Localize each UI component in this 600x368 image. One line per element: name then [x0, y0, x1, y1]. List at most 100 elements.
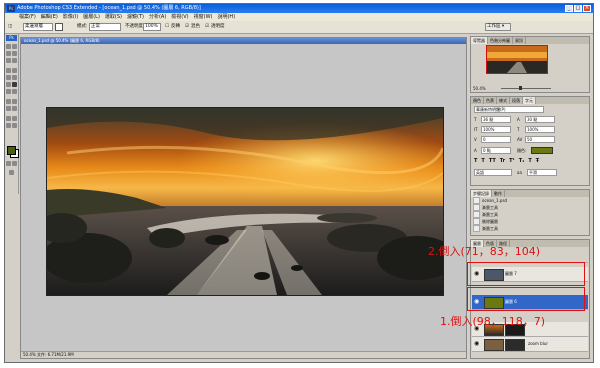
- minimize-button[interactable]: _: [565, 5, 573, 12]
- history-item[interactable]: 刪除圖層: [473, 218, 498, 225]
- faux-bold-button[interactable]: T: [474, 158, 477, 164]
- crop-tool-icon[interactable]: [6, 58, 11, 63]
- pen-tool-icon[interactable]: [6, 99, 11, 104]
- tab-swatches[interactable]: 色票: [484, 97, 497, 104]
- shape-tool-icon[interactable]: [12, 106, 17, 111]
- menu-edit[interactable]: 編輯(E): [41, 13, 58, 21]
- blur-tool-icon[interactable]: [6, 89, 11, 94]
- visibility-eye-icon[interactable]: ◉: [474, 341, 479, 347]
- history-brush-icon[interactable]: [12, 75, 17, 80]
- lasso-tool-icon[interactable]: [6, 51, 11, 56]
- text-color-swatch[interactable]: [531, 147, 553, 154]
- gradient-step-icon: [473, 225, 480, 232]
- menu-window[interactable]: 視窗(W): [194, 13, 213, 21]
- window-title: Adobe Photoshop CS3 Extended - [ocean_1.…: [17, 5, 201, 11]
- quick-mask-mode-icon[interactable]: [12, 161, 17, 166]
- font-family-select[interactable]: 華康新特明體(P): [474, 106, 544, 113]
- image-canvas[interactable]: [46, 107, 444, 296]
- dither-checkbox[interactable]: ☑: [185, 23, 189, 31]
- tab-histogram[interactable]: 色階分佈圖: [488, 37, 513, 44]
- transparency-checkbox[interactable]: ☑: [205, 23, 209, 31]
- opacity-label: 不透明度:: [125, 24, 145, 29]
- menu-filter[interactable]: 濾鏡(T): [127, 13, 144, 21]
- menu-view[interactable]: 檢視(V): [171, 13, 188, 21]
- tab-character[interactable]: 字元: [523, 97, 536, 104]
- leading-input[interactable]: 30 點: [525, 116, 555, 123]
- slice-tool-icon[interactable]: [12, 58, 17, 63]
- layer-row-zoom-blur[interactable]: ◉ zoom blur: [472, 337, 588, 352]
- tab-actions[interactable]: 動作: [492, 190, 505, 197]
- font-size-icon: T: [474, 117, 477, 122]
- gradient-preset-picker[interactable]: 柔邊漸層: [23, 23, 53, 31]
- small-caps-button[interactable]: Tr: [500, 158, 505, 164]
- close-button[interactable]: ×: [583, 5, 591, 12]
- superscript-button[interactable]: T¹: [509, 158, 515, 164]
- menu-image[interactable]: 影像(I): [63, 13, 78, 21]
- tracking-icon: V: [474, 137, 477, 142]
- gradient-tool-active-icon[interactable]: [12, 82, 17, 87]
- opacity-input[interactable]: 100%: [143, 23, 161, 31]
- menu-help[interactable]: 說明(H): [217, 13, 235, 21]
- reverse-checkbox[interactable]: ☐: [165, 23, 169, 31]
- history-item[interactable]: 漸層工具: [473, 211, 498, 218]
- baseline-icon: A: [474, 148, 477, 153]
- tab-styles[interactable]: 樣式: [497, 97, 510, 104]
- type-tool-icon[interactable]: [12, 99, 17, 104]
- hand-tool-icon[interactable]: [6, 123, 11, 128]
- stamp-tool-icon[interactable]: [6, 75, 11, 80]
- maximize-button[interactable]: □: [574, 5, 582, 12]
- menu-analysis[interactable]: 分析(A): [149, 13, 166, 21]
- language-select[interactable]: 英語: [474, 169, 512, 176]
- dodge-tool-icon[interactable]: [12, 89, 17, 94]
- tracking-input[interactable]: 0: [481, 136, 511, 143]
- marquee-tool-icon[interactable]: [12, 44, 17, 49]
- history-item[interactable]: ocean_1.psd: [473, 197, 507, 204]
- healing-brush-icon[interactable]: [6, 68, 11, 73]
- mode-select[interactable]: 正常: [89, 23, 121, 31]
- window-controls: _ □ ×: [565, 5, 591, 12]
- vertical-scale-input[interactable]: 100%: [481, 126, 511, 133]
- kerning-icon: AV: [517, 137, 523, 142]
- screen-mode-icon[interactable]: [9, 170, 14, 175]
- horizontal-scale-input[interactable]: 100%: [525, 126, 555, 133]
- tab-info[interactable]: 資訊: [513, 37, 526, 44]
- zoom-slider[interactable]: [501, 86, 551, 90]
- text-style-buttons: T T TT Tr T¹ T₁ T Ŧ: [474, 158, 539, 164]
- horizontal-scale-icon: T: [517, 127, 520, 132]
- faux-italic-button[interactable]: T: [481, 158, 484, 164]
- eyedropper-tool-icon[interactable]: [12, 116, 17, 121]
- zoom-slider-thumb[interactable]: [519, 86, 522, 90]
- magic-wand-tool-icon[interactable]: [12, 51, 17, 56]
- navigator-thumbnail[interactable]: [486, 45, 548, 74]
- move-tool-icon[interactable]: [6, 44, 11, 49]
- brush-tool-icon[interactable]: [12, 68, 17, 73]
- vertical-scale-icon: IT: [474, 127, 478, 132]
- gradient-preview[interactable]: [55, 23, 63, 31]
- tab-color[interactable]: 顏色: [471, 97, 484, 104]
- history-item[interactable]: 漸層工具: [473, 204, 498, 211]
- strikethrough-button[interactable]: Ŧ: [536, 158, 539, 164]
- menu-file[interactable]: 檔案(F): [19, 13, 36, 21]
- eraser-tool-icon[interactable]: [6, 82, 11, 87]
- tab-paragraph[interactable]: 段落: [510, 97, 523, 104]
- all-caps-button[interactable]: TT: [489, 158, 496, 164]
- subscript-button[interactable]: T₁: [519, 158, 525, 164]
- path-select-icon[interactable]: [6, 106, 11, 111]
- menu-layer[interactable]: 圖層(L): [83, 13, 100, 21]
- quick-mask-icon[interactable]: [6, 161, 11, 166]
- tab-history[interactable]: 步驟記錄: [471, 190, 492, 197]
- tab-navigator[interactable]: 導覽器: [471, 37, 488, 44]
- history-item[interactable]: 漸層工具: [473, 225, 498, 232]
- font-size-input[interactable]: 36 點: [481, 116, 511, 123]
- workspace-button[interactable]: 工作區 ▾: [485, 23, 511, 31]
- underline-button[interactable]: T: [528, 158, 531, 164]
- menu-select[interactable]: 選取(S): [105, 13, 122, 21]
- baseline-input[interactable]: 0 點: [481, 147, 511, 154]
- notes-tool-icon[interactable]: [6, 116, 11, 121]
- text-color-label: 顏色:: [517, 148, 527, 153]
- zoom-tool-icon[interactable]: [12, 123, 17, 128]
- gradient-tool-icon[interactable]: ◫: [8, 23, 12, 31]
- foreground-color-swatch[interactable]: [7, 146, 16, 155]
- kerning-input[interactable]: 50: [525, 136, 555, 143]
- antialias-select[interactable]: 平滑: [527, 169, 557, 176]
